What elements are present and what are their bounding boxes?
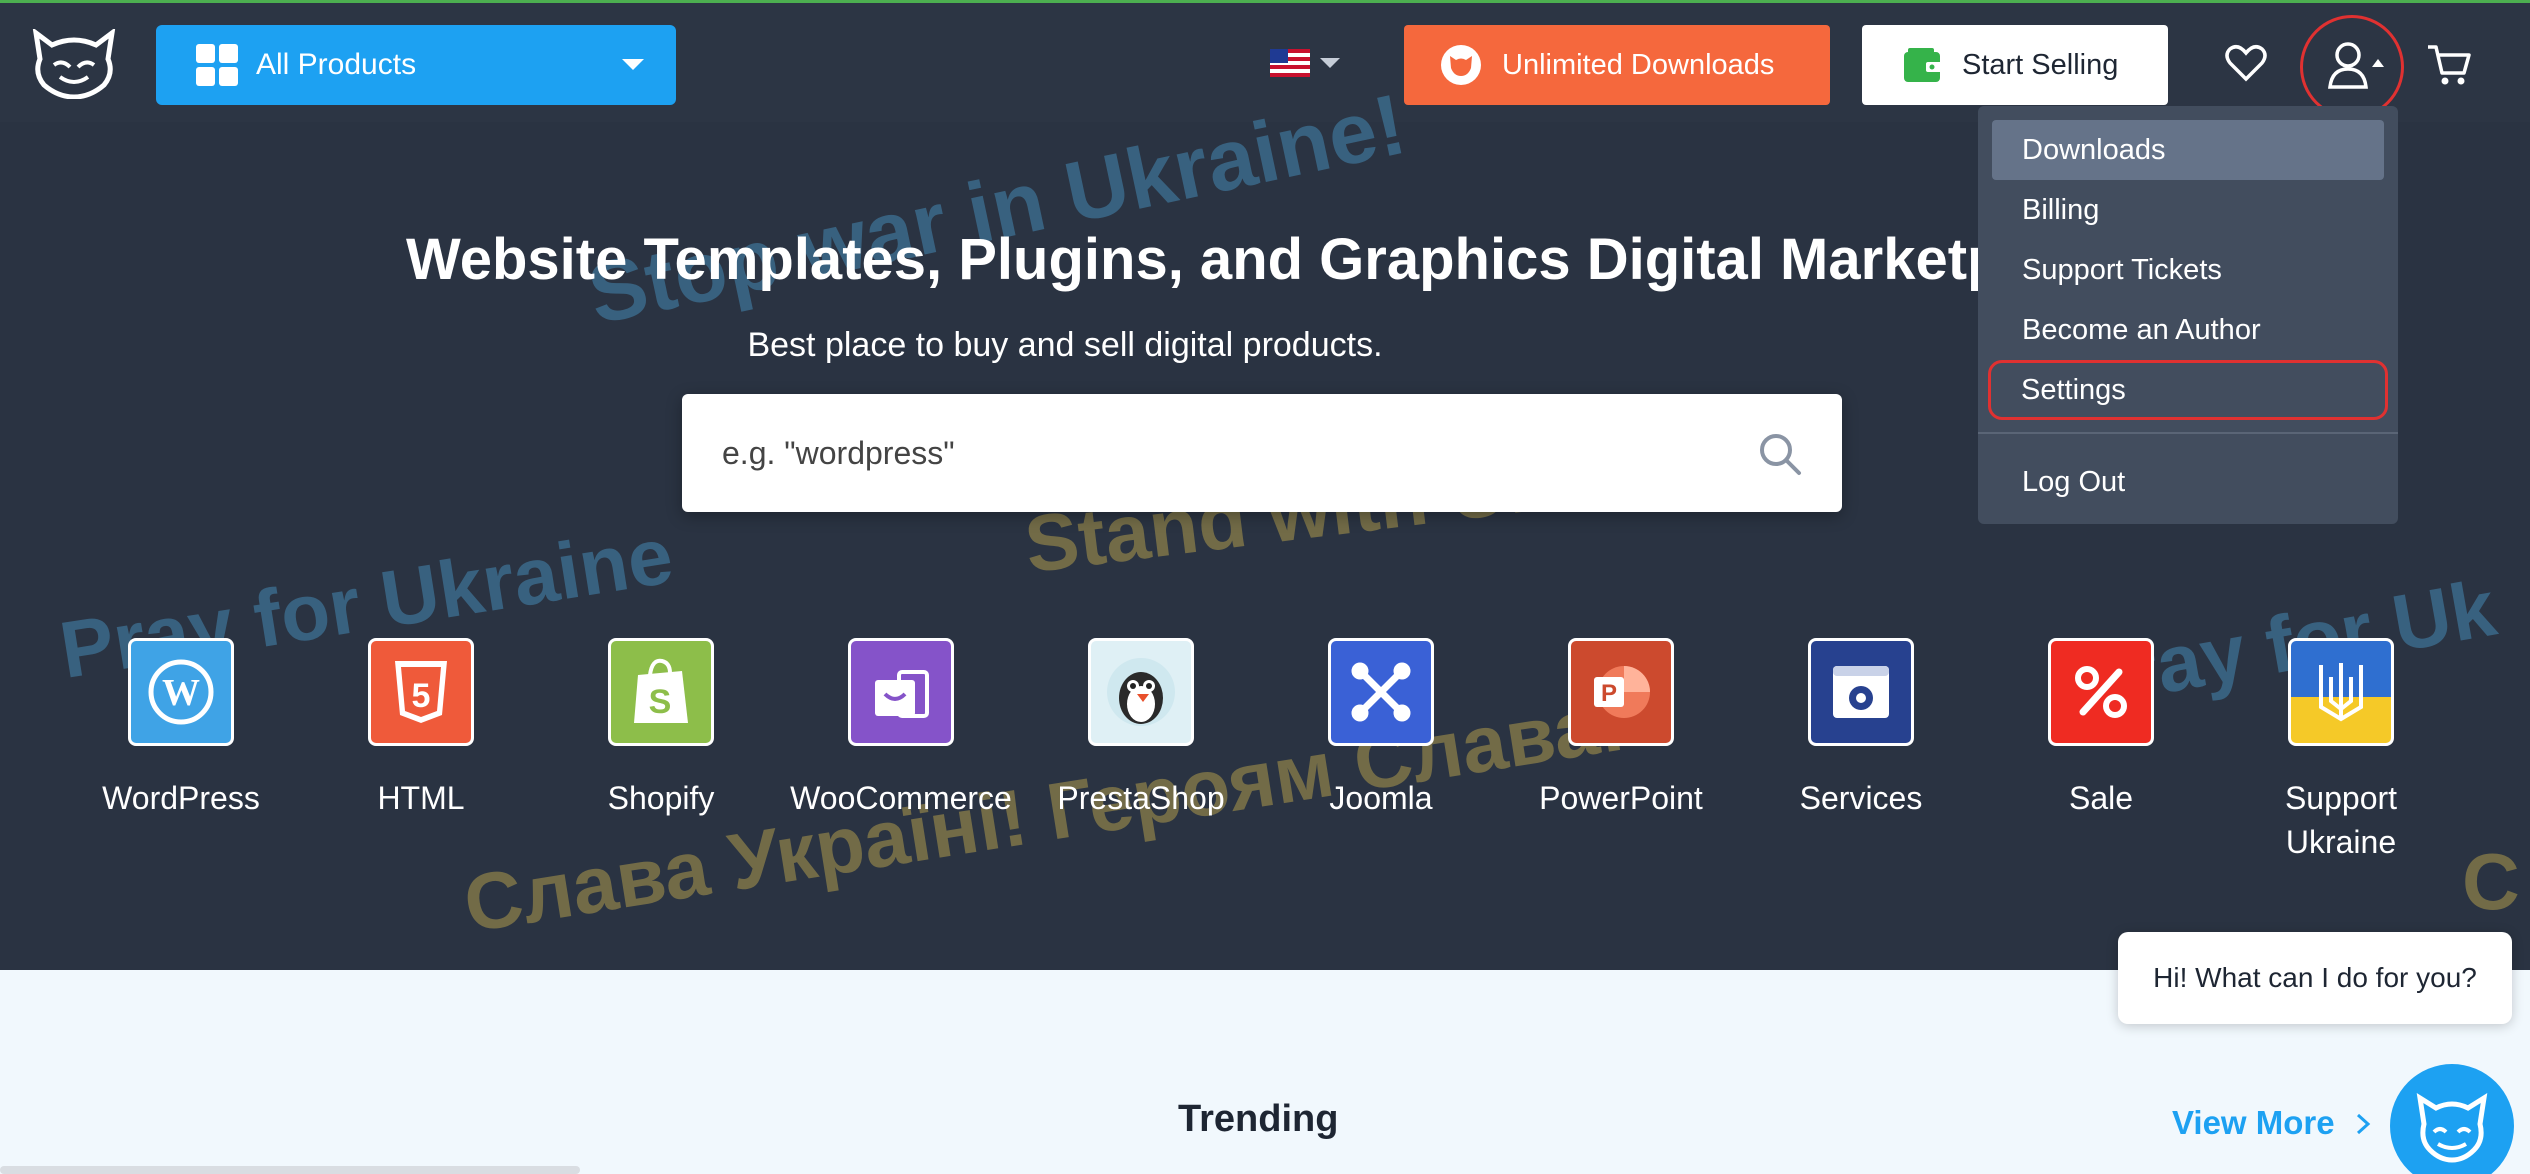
svg-text:5: 5: [412, 677, 431, 715]
top-navbar: All Products Unlimited Downloads Start S…: [0, 0, 2530, 122]
chevron-down-icon: [622, 59, 644, 70]
category-prestashop[interactable]: PrestaShop: [1026, 638, 1256, 820]
woocommerce-icon: [848, 638, 954, 746]
ukraine-trident-icon: [2288, 638, 2394, 746]
shopify-icon: S: [608, 638, 714, 746]
sale-icon: [2048, 638, 2154, 746]
trending-heading: Trending: [1178, 1098, 1339, 1140]
menu-item-become-author[interactable]: Become an Author: [1992, 300, 2384, 360]
chat-launcher-button[interactable]: [2390, 1064, 2514, 1174]
category-label: PowerPoint: [1539, 780, 1703, 816]
category-label: PrestaShop: [1057, 780, 1225, 816]
wallet-icon: [1904, 48, 1942, 82]
category-label: WooCommerce: [790, 780, 1012, 816]
services-icon: [1808, 638, 1914, 746]
monster-badge-icon: [1441, 45, 1481, 85]
wordpress-icon: W: [128, 638, 234, 746]
category-label: WordPress: [102, 780, 260, 816]
chat-greeting-bubble[interactable]: Hi! What can I do for you?: [2118, 932, 2512, 1024]
category-wordpress[interactable]: W WordPress: [66, 638, 296, 820]
horizontal-scrollbar[interactable]: [0, 1166, 580, 1174]
all-products-label: All Products: [256, 48, 417, 81]
category-woocommerce[interactable]: WooCommerce: [786, 638, 1016, 820]
heart-icon[interactable]: [2224, 43, 2268, 83]
watermark-text: С: [2462, 837, 2520, 926]
category-joomla[interactable]: Joomla: [1266, 638, 1496, 820]
language-chevron-down-icon[interactable]: [1320, 58, 1340, 68]
category-label: Shopify: [607, 780, 715, 816]
chevron-right-icon[interactable]: [2354, 1112, 2372, 1136]
svg-text:W: W: [162, 672, 200, 714]
start-selling-button[interactable]: Start Selling: [1862, 25, 2168, 105]
category-html[interactable]: 5 HTML: [306, 638, 536, 820]
svg-text:S: S: [649, 683, 672, 721]
joomla-icon: [1328, 638, 1434, 746]
us-flag-icon[interactable]: [1270, 49, 1310, 77]
monster-chat-icon: [2416, 1092, 2488, 1163]
menu-item-settings[interactable]: Settings: [1988, 360, 2388, 420]
cart-icon[interactable]: [2426, 41, 2472, 87]
search-bar: [682, 394, 1842, 512]
menu-divider: [1978, 432, 2398, 434]
category-label: HTML: [377, 780, 465, 816]
powerpoint-icon: P: [1568, 638, 1674, 746]
category-services[interactable]: Services: [1746, 638, 1976, 820]
svg-text:P: P: [1601, 680, 1617, 707]
view-more-link[interactable]: View More: [2172, 1104, 2335, 1142]
search-input[interactable]: [722, 434, 1722, 472]
menu-item-support-tickets[interactable]: Support Tickets: [1992, 240, 2384, 300]
category-shopify[interactable]: S Shopify: [546, 638, 776, 820]
chat-message: Hi! What can I do for you?: [2153, 962, 2477, 993]
category-label: Services: [1799, 780, 1923, 816]
account-dropdown-menu: Downloads Billing Support Tickets Become…: [1978, 106, 2398, 524]
unlimited-downloads-label: Unlimited Downloads: [1502, 48, 1775, 81]
category-support-ukraine[interactable]: Support Ukraine: [2226, 638, 2456, 864]
category-sale[interactable]: Sale: [1986, 638, 2216, 820]
unlimited-downloads-button[interactable]: Unlimited Downloads: [1404, 25, 1830, 105]
user-account-icon[interactable]: [2326, 41, 2384, 89]
search-icon[interactable]: [1758, 432, 1802, 476]
all-products-dropdown[interactable]: All Products: [156, 25, 676, 105]
grid-icon: [196, 44, 238, 86]
menu-item-logout[interactable]: Log Out: [1992, 452, 2384, 512]
menu-item-billing[interactable]: Billing: [1992, 180, 2384, 240]
category-label: Joomla: [1329, 780, 1433, 816]
menu-item-downloads[interactable]: Downloads: [1992, 120, 2384, 180]
category-label: Support Ukraine: [2284, 780, 2398, 860]
templatemonster-logo-icon[interactable]: [32, 29, 116, 99]
category-label: Sale: [2068, 780, 2134, 816]
page-title: Website Templates, Plugins, and Graphics…: [406, 227, 2003, 292]
html5-icon: 5: [368, 638, 474, 746]
category-powerpoint[interactable]: P PowerPoint: [1506, 638, 1736, 820]
start-selling-label: Start Selling: [1962, 48, 2119, 81]
prestashop-icon: [1088, 638, 1194, 746]
